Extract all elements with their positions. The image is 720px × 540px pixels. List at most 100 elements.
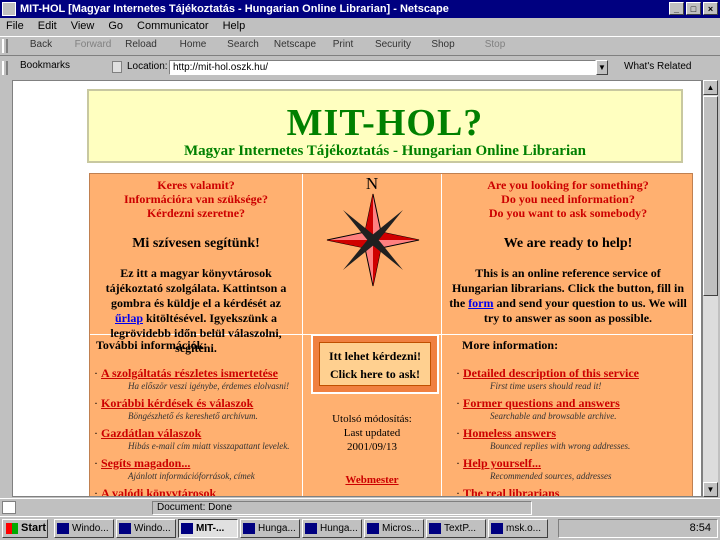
hu-form-link[interactable]: űrlap xyxy=(115,311,143,325)
en-question-1: Are you looking for something? xyxy=(487,178,649,192)
mail-icon xyxy=(491,523,503,534)
taskbar-item-5[interactable]: Hunga... xyxy=(302,519,362,538)
bookmarks-button[interactable]: Bookmarks xyxy=(20,60,70,71)
back-button[interactable]: Back xyxy=(16,39,66,50)
page-header: MIT-HOL? Magyar Internetes Tájékoztatás … xyxy=(87,89,683,163)
security-lock-icon[interactable] xyxy=(2,501,16,514)
search-button[interactable]: Search xyxy=(218,39,268,50)
status-bar: Document: Done xyxy=(0,498,720,516)
forward-button[interactable]: Forward xyxy=(68,39,118,50)
print-button[interactable]: Print xyxy=(318,39,368,50)
netscape-icon xyxy=(243,523,255,534)
taskbar-item-7[interactable]: TextP... xyxy=(426,519,486,538)
taskbar-item-2[interactable]: Windo... xyxy=(116,519,176,538)
window-icon xyxy=(57,523,69,534)
hu-item-desc-2: Böngészhető és kereshető archívum. xyxy=(128,411,258,421)
clock[interactable]: 8:54 xyxy=(690,522,711,534)
menu-file[interactable]: File xyxy=(6,18,24,35)
hu-item-link-4[interactable]: Segíts magadon... xyxy=(101,456,190,470)
hu-item-link-5[interactable]: A valódi könyvtárosok xyxy=(101,486,216,496)
menu-bar: File Edit View Go Communicator Help xyxy=(0,18,720,35)
location-label: Location: xyxy=(127,61,168,72)
updated-date: 2001/09/13 xyxy=(346,441,398,453)
url-dropdown-icon[interactable]: ▼ xyxy=(596,60,608,75)
en-item-link-1[interactable]: Detailed description of this service xyxy=(463,366,639,380)
menu-edit[interactable]: Edit xyxy=(38,18,57,35)
ask-button-label-en: Click here to ask! xyxy=(329,367,421,381)
hu-item-link-2[interactable]: Korábbi kérdések és válaszok xyxy=(101,396,253,410)
menu-go[interactable]: Go xyxy=(108,18,123,35)
start-button[interactable]: Start xyxy=(2,519,48,538)
hu-questions: Keres valamit? Információra van szüksége… xyxy=(90,178,302,220)
hu-item-link-3[interactable]: Gazdátlan válaszok xyxy=(101,426,201,440)
url-input[interactable]: http://mit-hol.oszk.hu/ xyxy=(169,60,596,75)
hu-item-desc-1: Ha először veszi igénybe, érdemes elolva… xyxy=(128,381,290,391)
taskbar-item-label: Hunga... xyxy=(320,523,358,534)
center-column: N Itt lehet kérdezni! Click here to ask! xyxy=(302,174,442,496)
whats-related-button[interactable]: What's Related xyxy=(624,61,692,72)
window-titlebar[interactable]: MIT-HOL [Magyar Internetes Tájékoztatás … xyxy=(0,0,720,18)
hu-desc-text-1: Ez itt a magyar könyvtárosok tájékoztató… xyxy=(105,266,287,310)
en-item-desc-1: First time users should read it! xyxy=(490,381,602,391)
webmaster-link[interactable]: Webmester xyxy=(345,474,398,486)
reload-button[interactable]: Reload xyxy=(116,39,166,50)
toolbar-grip-icon[interactable] xyxy=(2,39,8,53)
en-item-link-5[interactable]: The real librarians xyxy=(463,486,559,496)
netscape-button[interactable]: Netscape xyxy=(270,39,320,50)
shop-button[interactable]: Shop xyxy=(418,39,468,50)
en-desc-text-2: and send your question to us. We will tr… xyxy=(483,296,687,325)
windows-taskbar: Start Windo... Windo... MIT-... Hunga...… xyxy=(0,516,720,540)
home-button[interactable]: Home xyxy=(168,39,218,50)
window-title: MIT-HOL [Magyar Internetes Tájékoztatás … xyxy=(20,3,449,15)
ask-button-face[interactable]: Itt lehet kérdezni! Click here to ask! xyxy=(319,342,431,386)
stop-button[interactable]: Stop xyxy=(470,39,520,50)
en-item-link-3[interactable]: Homeless answers xyxy=(463,426,556,440)
en-list-item-3: · Homeless answers Bounced replies with w… xyxy=(456,426,694,452)
security-button[interactable]: Security xyxy=(368,39,418,50)
en-description: This is an online reference service of H… xyxy=(442,266,694,326)
hu-more-heading: További információk: xyxy=(96,338,208,352)
en-list-item-2: · Former questions and answers Searchable… xyxy=(456,396,694,422)
en-item-link-4[interactable]: Help yourself... xyxy=(463,456,541,470)
maximize-button[interactable]: □ xyxy=(686,2,701,15)
menu-help[interactable]: Help xyxy=(223,18,246,35)
taskbar-item-3[interactable]: MIT-... xyxy=(178,519,238,538)
en-form-link[interactable]: form xyxy=(468,296,493,310)
taskbar-item-label: Windo... xyxy=(72,523,109,534)
en-question-2: Do you need information? xyxy=(501,192,635,206)
taskbar-item-6[interactable]: Micros... xyxy=(364,519,424,538)
start-label: Start xyxy=(21,522,47,534)
scroll-down-icon[interactable]: ▼ xyxy=(703,482,718,497)
hu-list-item-5: · A valódi könyvtárosok xyxy=(94,486,302,496)
taskbar-item-label: Hunga... xyxy=(258,523,296,534)
netscape-icon xyxy=(181,523,193,534)
taskbar-item-4[interactable]: Hunga... xyxy=(240,519,300,538)
menu-communicator[interactable]: Communicator xyxy=(137,18,209,35)
window-icon xyxy=(367,523,379,534)
hu-question-1: Keres valamit? xyxy=(157,178,235,192)
taskbar-item-1[interactable]: Windo... xyxy=(54,519,114,538)
scroll-up-icon[interactable]: ▲ xyxy=(703,80,718,95)
menu-view[interactable]: View xyxy=(71,18,95,35)
vertical-scrollbar[interactable]: ▲ ▼ xyxy=(702,80,718,497)
en-list-item-5: · The real librarians xyxy=(456,486,694,496)
en-list-item-4: · Help yourself... Recommended sources, a… xyxy=(456,456,694,482)
taskbar-item-label: Windo... xyxy=(134,523,171,534)
scroll-thumb[interactable] xyxy=(703,96,718,296)
ask-question-button[interactable]: Itt lehet kérdezni! Click here to ask! xyxy=(311,334,439,394)
taskbar-item-8[interactable]: msk.o... xyxy=(488,519,548,538)
en-item-desc-3: Bounced replies with wrong addresses. xyxy=(490,441,631,451)
en-help-heading: We are ready to help! xyxy=(503,236,633,251)
page-proxy-icon[interactable] xyxy=(112,61,122,73)
hu-item-link-1[interactable]: A szolgáltatás részletes ismertetése xyxy=(101,366,278,380)
hu-list-item-1: · A szolgáltatás részletes ismertetése Ha… xyxy=(94,366,302,392)
en-item-link-2[interactable]: Former questions and answers xyxy=(463,396,620,410)
locationbar-grip-icon[interactable] xyxy=(2,61,8,75)
hu-question-3: Kérdezni szeretne? xyxy=(146,206,246,220)
english-column: Are you looking for something? Do you ne… xyxy=(442,174,694,496)
taskbar-item-label: msk.o... xyxy=(506,523,542,534)
page-viewport: MIT-HOL? Magyar Internetes Tájékoztatás … xyxy=(12,80,702,497)
en-item-desc-2: Searchable and browsable archive. xyxy=(490,411,617,421)
minimize-button[interactable]: _ xyxy=(669,2,684,15)
close-button[interactable]: × xyxy=(703,2,718,15)
